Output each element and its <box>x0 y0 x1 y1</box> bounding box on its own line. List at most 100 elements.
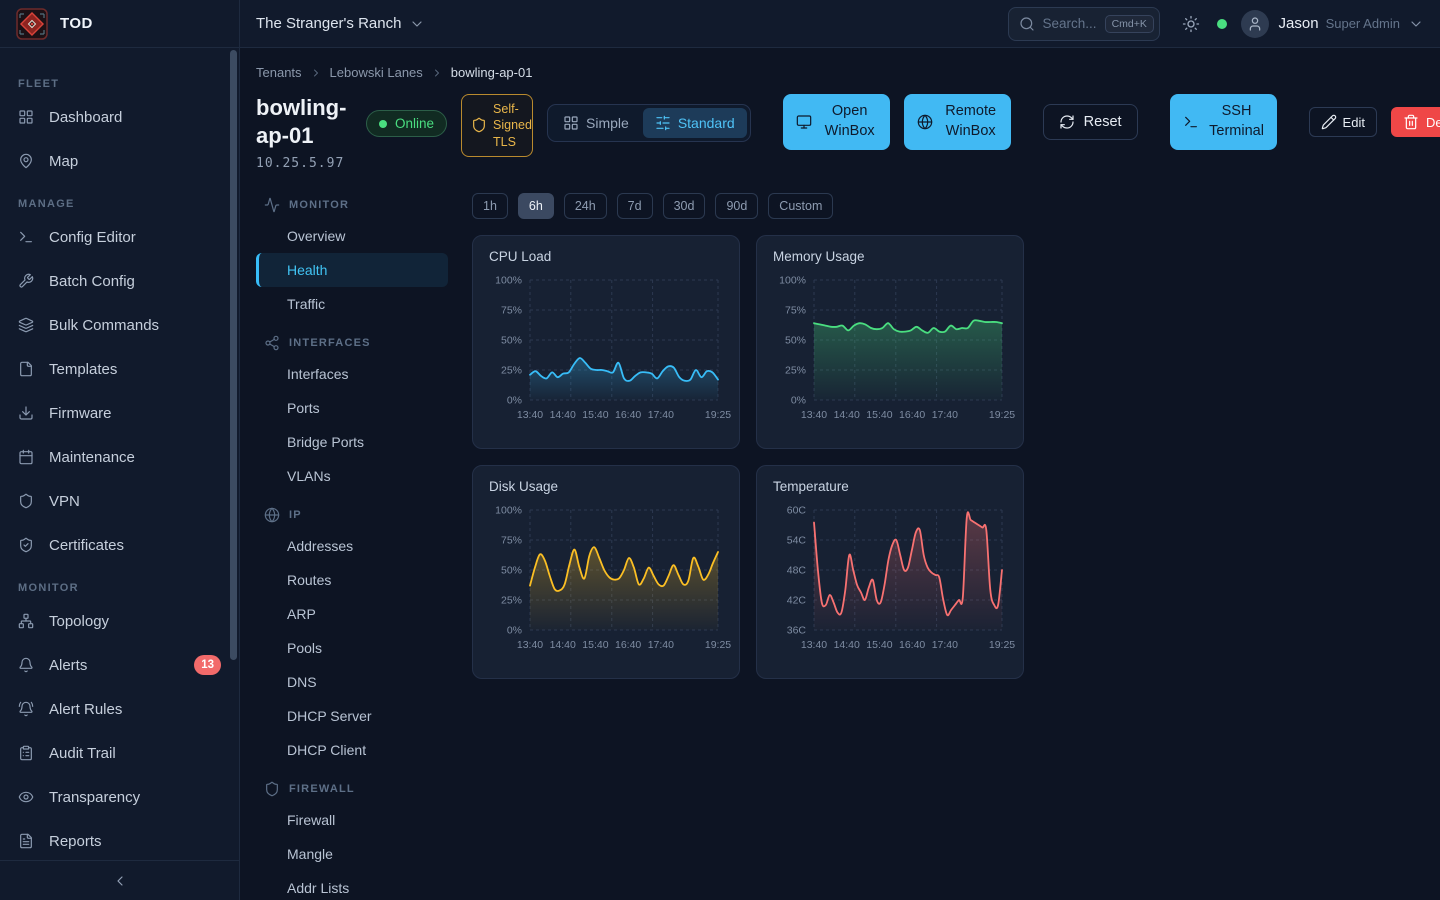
subnav-item-dhcp-client[interactable]: DHCP Client <box>256 733 448 767</box>
subnav-item-ports[interactable]: Ports <box>256 391 448 425</box>
chart-title: Temperature <box>773 479 849 494</box>
edit-button[interactable]: Edit <box>1309 107 1377 137</box>
sidebar-item-alert-rules[interactable]: Alert Rules <box>0 687 239 731</box>
sidebar-item-bulk-commands[interactable]: Bulk Commands <box>0 303 239 347</box>
sidebar-item-audit-trail[interactable]: Audit Trail <box>0 731 239 775</box>
sidebar-item-batch-config[interactable]: Batch Config <box>0 259 239 303</box>
open-winbox-label: Open WinBox <box>820 102 880 141</box>
sidebar-section-label: MANAGE <box>0 198 239 210</box>
chart-title: Memory Usage <box>773 249 865 264</box>
svg-text:50%: 50% <box>501 565 522 577</box>
time-range-custom[interactable]: Custom <box>768 193 833 219</box>
share-icon <box>264 335 280 351</box>
delete-button[interactable]: Delete <box>1391 107 1440 137</box>
chevron-left-icon <box>112 873 128 889</box>
reset-button[interactable]: Reset <box>1043 104 1138 140</box>
chart-canvas-memory-usage: 100%75%50%25%0%13:4014:4015:4016:4017:40… <box>757 274 1025 426</box>
subnav-item-bridge-ports[interactable]: Bridge Ports <box>256 425 448 459</box>
subnav-item-routes[interactable]: Routes <box>256 563 448 597</box>
ssh-terminal-button[interactable]: SSH Terminal <box>1170 94 1277 150</box>
activity-icon <box>264 197 280 213</box>
time-range-90d[interactable]: 90d <box>715 193 758 219</box>
time-range-7d[interactable]: 7d <box>617 193 653 219</box>
chart-card-disk-usage: Disk Usage100%75%50%25%0%13:4014:4015:40… <box>472 465 740 679</box>
theme-toggle-button[interactable] <box>1182 15 1200 33</box>
sidebar-item-maintenance[interactable]: Maintenance <box>0 435 239 479</box>
tenant-selector[interactable]: The Stranger's Ranch <box>256 15 425 32</box>
tls-label: Self-Signed TLS <box>493 101 532 150</box>
breadcrumb-item-tenants[interactable]: Tenants <box>256 65 302 80</box>
svg-text:100%: 100% <box>495 275 522 287</box>
sidebar-item-map[interactable]: Map <box>0 139 239 183</box>
subnav-item-mangle[interactable]: Mangle <box>256 837 448 871</box>
time-range-24h[interactable]: 24h <box>564 193 607 219</box>
search-input[interactable]: Search... Cmd+K <box>1008 7 1160 41</box>
sidebar-item-topology[interactable]: Topology <box>0 599 239 643</box>
svg-text:0%: 0% <box>507 395 522 407</box>
chevron-right-icon <box>431 67 443 79</box>
sidebar-item-config-editor[interactable]: Config Editor <box>0 215 239 259</box>
svg-text:13:40: 13:40 <box>517 409 543 421</box>
user-menu[interactable]: Jason Super Admin <box>1241 10 1424 38</box>
sidebar-item-reports[interactable]: Reports <box>0 819 239 863</box>
layers-icon <box>18 317 34 333</box>
trash-icon <box>1403 114 1419 130</box>
sidebar-item-alerts[interactable]: Alerts13 <box>0 643 239 687</box>
subnav-item-interfaces[interactable]: Interfaces <box>256 357 448 391</box>
svg-text:16:40: 16:40 <box>615 639 641 651</box>
sidebar-item-label: Certificates <box>49 537 124 554</box>
topbar: TOD The Stranger's Ranch Search... Cmd+K… <box>0 0 1440 48</box>
subnav-item-firewall[interactable]: Firewall <box>256 803 448 837</box>
pencil-icon <box>1321 114 1337 130</box>
view-standard-button[interactable]: Standard <box>643 108 747 138</box>
sidebar-item-label: Alerts <box>49 657 87 674</box>
time-range-30d[interactable]: 30d <box>663 193 706 219</box>
file-text-icon <box>18 833 34 849</box>
sidebar-item-certificates[interactable]: Certificates <box>0 523 239 567</box>
sidebar: FLEETDashboardMapMANAGEConfig EditorBatc… <box>0 48 240 900</box>
breadcrumb-item-lebowski-lanes[interactable]: Lebowski Lanes <box>330 65 423 80</box>
shield-icon <box>264 781 280 797</box>
svg-text:0%: 0% <box>507 625 522 637</box>
view-simple-button[interactable]: Simple <box>551 108 641 138</box>
sidebar-item-transparency[interactable]: Transparency <box>0 775 239 819</box>
svg-text:36C: 36C <box>787 625 807 637</box>
subnav-item-health[interactable]: Health <box>256 253 448 287</box>
subnav-item-vlans[interactable]: VLANs <box>256 459 448 493</box>
sidebar-item-templates[interactable]: Templates <box>0 347 239 391</box>
subnav-item-dns[interactable]: DNS <box>256 665 448 699</box>
sidebar-item-label: Bulk Commands <box>49 317 159 334</box>
svg-text:13:40: 13:40 <box>517 639 543 651</box>
svg-text:17:40: 17:40 <box>648 409 674 421</box>
grid-icon <box>563 115 579 131</box>
remote-winbox-button[interactable]: Remote WinBox <box>904 94 1011 150</box>
subnav-item-pools[interactable]: Pools <box>256 631 448 665</box>
subnav-item-addr-lists[interactable]: Addr Lists <box>256 871 448 900</box>
map-pin-icon <box>18 153 34 169</box>
subnav-item-traffic[interactable]: Traffic <box>256 287 448 321</box>
subnav-item-dhcp-server[interactable]: DHCP Server <box>256 699 448 733</box>
subnav-item-addresses[interactable]: Addresses <box>256 529 448 563</box>
topbar-main: The Stranger's Ranch Search... Cmd+K Jas… <box>240 0 1440 47</box>
sidebar-item-label: Audit Trail <box>49 745 116 762</box>
open-winbox-button[interactable]: Open WinBox <box>783 94 890 150</box>
user-role: Super Admin <box>1326 16 1400 31</box>
svg-text:17:40: 17:40 <box>932 409 958 421</box>
sidebar-item-vpn[interactable]: VPN <box>0 479 239 523</box>
sidebar-collapse-button[interactable] <box>0 860 239 900</box>
sidebar-scrollbar[interactable] <box>230 50 237 660</box>
breadcrumb-item-bowling-ap-01: bowling-ap-01 <box>451 65 533 80</box>
device-subnav: MONITOROverviewHealthTrafficINTERFACESIn… <box>256 191 448 900</box>
sidebar-item-firmware[interactable]: Firmware <box>0 391 239 435</box>
search-shortcut-badge: Cmd+K <box>1105 15 1154 33</box>
layout-grid-icon <box>18 109 34 125</box>
subnav-section-interfaces: INTERFACES <box>256 329 448 357</box>
subnav-item-arp[interactable]: ARP <box>256 597 448 631</box>
chart-canvas-disk-usage: 100%75%50%25%0%13:4014:4015:4016:4017:40… <box>473 504 741 656</box>
delete-label: Delete <box>1426 115 1440 130</box>
time-range-6h[interactable]: 6h <box>518 193 554 219</box>
device-header: bowling-ap-01 10.25.5.97 Online Self-Sig… <box>256 94 1440 171</box>
sidebar-item-dashboard[interactable]: Dashboard <box>0 95 239 139</box>
time-range-1h[interactable]: 1h <box>472 193 508 219</box>
subnav-item-overview[interactable]: Overview <box>256 219 448 253</box>
